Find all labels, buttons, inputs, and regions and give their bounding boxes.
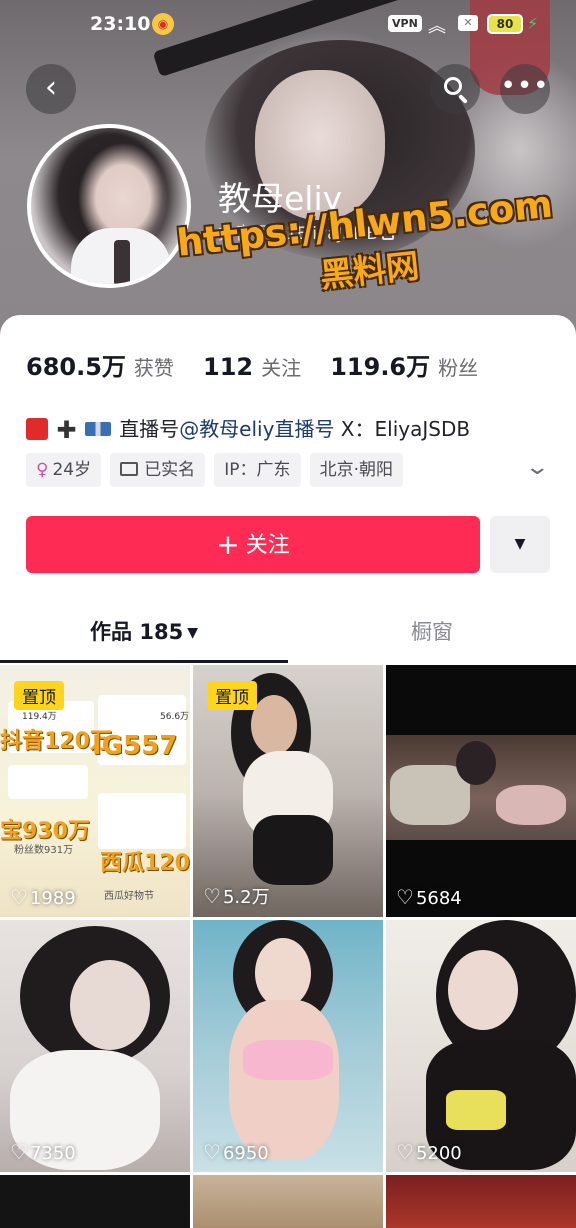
video-tile[interactable]	[0, 1175, 190, 1228]
satellite-emoji-icon	[84, 422, 111, 436]
video-tile[interactable]	[193, 1175, 383, 1228]
caret-down-icon: ▼	[514, 536, 526, 552]
caret-down-icon: ▼	[187, 625, 198, 641]
stat-followers[interactable]: 119.6万 粉丝	[330, 347, 478, 382]
follow-button[interactable]: + 关注	[26, 516, 480, 573]
status-bar: 23:10 ◉ VPN ︽ ✕ 80 ⚡	[0, 0, 576, 48]
heart-icon: ♡	[203, 884, 221, 908]
wifi-icon: ︽	[428, 16, 446, 37]
video-tile[interactable]	[386, 1175, 576, 1228]
video-like-count: ♡ 5.2万	[203, 884, 270, 908]
stat-following[interactable]: 112 关注	[203, 352, 301, 381]
chevron-left-icon: ‹	[45, 70, 57, 105]
tab-shop-window[interactable]: 橱窗	[288, 610, 576, 662]
tag-location: 北京·朝阳	[309, 453, 404, 487]
profile-stats: 680.5万 获赞 112 关注 119.6万 粉丝	[26, 347, 502, 381]
live-account-link[interactable]: @教母eliy直播号	[179, 417, 334, 441]
video-like-count: ♡ 6950	[203, 1140, 269, 1164]
bio: ✚ 直播号@教母eliy直播号 X：EliyaJSDB	[26, 413, 470, 444]
weibo-icon: ◉	[152, 13, 174, 35]
chevron-down-icon[interactable]: ⌄	[524, 455, 550, 480]
video-tile[interactable]: ♡ 5684	[386, 665, 576, 917]
recommend-dropdown-button[interactable]: ▼	[490, 516, 550, 573]
heart-icon: ♡	[396, 1140, 414, 1164]
female-icon: ♀	[36, 460, 49, 480]
heart-icon: ♡	[10, 885, 28, 909]
more-button[interactable]: •••	[500, 64, 550, 114]
avatar[interactable]	[27, 124, 191, 288]
video-like-count: ♡ 1989	[10, 885, 76, 909]
plus-emoji-icon: ✚	[56, 416, 77, 444]
video-tile[interactable]: 置顶 ♡ 5.2万	[193, 665, 383, 917]
charging-icon: ⚡	[527, 14, 539, 33]
video-like-count: ♡ 7350	[10, 1140, 76, 1164]
battery-icon: 80	[487, 14, 523, 34]
search-icon	[444, 77, 462, 95]
no-sim-icon: ✕	[458, 15, 478, 31]
back-button[interactable]: ‹	[26, 64, 76, 114]
tag-ip: IP：广东	[214, 453, 301, 487]
video-tile[interactable]: ♡ 7350	[0, 920, 190, 1172]
tab-works[interactable]: 作品 185 ▼	[0, 610, 288, 662]
video-like-count: ♡ 5684	[396, 885, 462, 909]
tag-verified: 已实名	[110, 453, 206, 487]
active-tab-indicator	[0, 660, 288, 663]
stat-likes[interactable]: 680.5万 获赞	[26, 347, 174, 382]
heart-icon: ♡	[396, 885, 414, 909]
video-tile[interactable]: 抖音120万 IG557 宝930万 西瓜120 119.4万 56.6万 粉丝…	[0, 665, 190, 917]
vpn-badge: VPN	[388, 15, 422, 32]
more-dots-icon: •••	[500, 71, 550, 101]
search-button[interactable]	[430, 64, 480, 114]
heart-icon: ♡	[10, 1140, 28, 1164]
pinned-badge: 置顶	[14, 681, 64, 710]
status-time: 23:10	[90, 13, 151, 35]
profile-tags: ♀ 24岁 已实名 IP：广东 北京·朝阳	[26, 453, 407, 487]
tag-age: ♀ 24岁	[26, 453, 102, 487]
id-card-icon	[120, 462, 139, 476]
video-tile[interactable]: ♡ 5200	[386, 920, 576, 1172]
profile-tabs: 作品 185 ▼ 橱窗	[0, 610, 576, 662]
heart-icon: ♡	[203, 1140, 221, 1164]
video-like-count: ♡ 5200	[396, 1140, 462, 1164]
pinned-badge: 置顶	[207, 681, 257, 710]
plus-icon: +	[216, 528, 240, 561]
red-packet-icon	[26, 418, 48, 440]
video-tile[interactable]: ♡ 6950	[193, 920, 383, 1172]
